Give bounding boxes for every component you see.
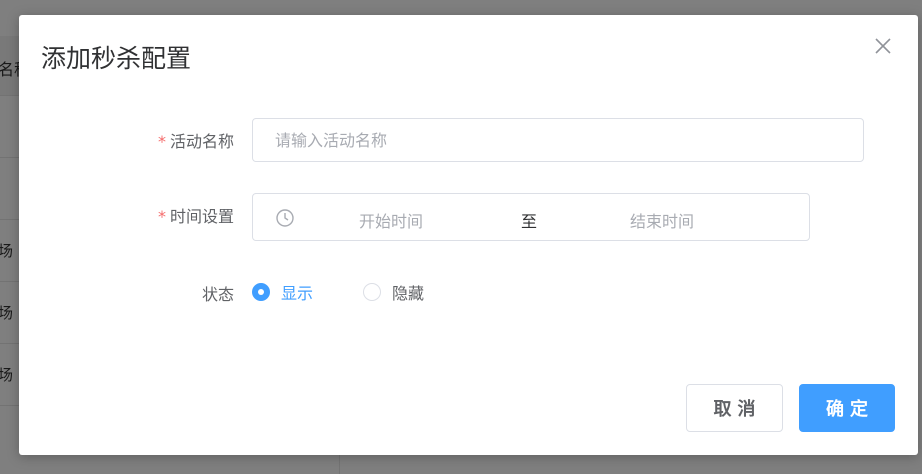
radio-show-circle[interactable] (252, 283, 270, 301)
status-label: 状态 (201, 285, 234, 304)
radio-hide-circle[interactable] (363, 283, 381, 301)
close-icon (875, 38, 891, 54)
cancel-button[interactable]: 取消 (686, 384, 783, 432)
required-mark: * (157, 207, 166, 226)
time-setting-label-text: 时间设置 (169, 207, 234, 226)
dialog-title: 添加秒杀配置 (41, 44, 192, 73)
radio-hide[interactable]: 隐藏 (363, 280, 424, 304)
activity-name-input[interactable] (252, 118, 864, 162)
add-seckill-dialog: 添加秒杀配置 *活动名称 *时间设置 开始时间 至 结束时间 状态 (19, 15, 918, 455)
range-separator: 至 (521, 212, 538, 231)
time-setting-label: * 时间设置 (158, 203, 234, 227)
activity-name-label-text: 活动名称 (169, 132, 234, 151)
required-mark: * (157, 132, 166, 151)
radio-hide-label: 隐藏 (392, 284, 425, 303)
start-time-input[interactable]: 开始时间 (359, 208, 423, 232)
end-time-input[interactable]: 结束时间 (630, 208, 694, 232)
confirm-button[interactable]: 确定 (799, 384, 895, 432)
radio-show[interactable]: 显示 (252, 280, 313, 304)
close-button[interactable] (874, 37, 892, 55)
clock-icon (276, 209, 294, 227)
datetime-range-picker[interactable]: 开始时间 至 结束时间 (252, 193, 810, 241)
radio-show-label: 显示 (281, 284, 314, 303)
activity-name-label: * 活动名称 (158, 128, 234, 152)
